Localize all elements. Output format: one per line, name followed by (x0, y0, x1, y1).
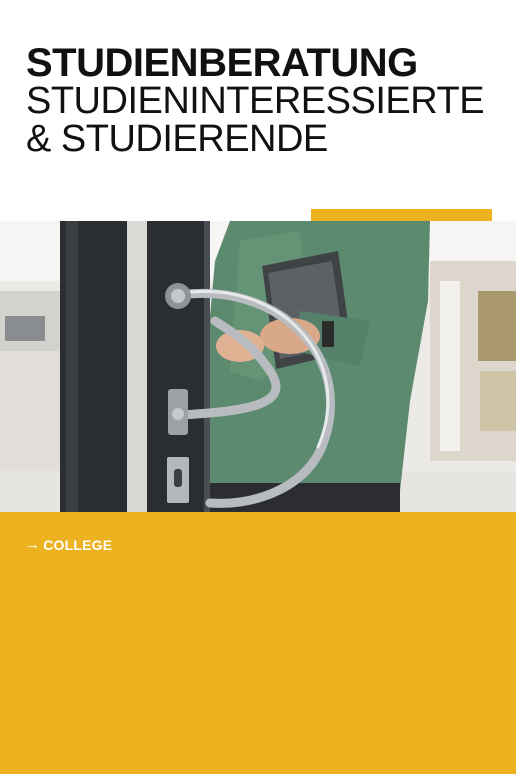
page-subtitle-line-1: STUDIENINTERESSIERTE (26, 80, 485, 122)
page-title: STUDIENBERATUNG (26, 41, 418, 85)
page-subtitle-line-2: & STUDIERENDE (26, 118, 328, 160)
accent-bar (311, 209, 492, 221)
page-header: STUDIENBERATUNG STUDIENINTERESSIERTE & S… (26, 41, 496, 160)
college-link[interactable]: → COLLEGE (25, 536, 112, 553)
arrow-right-icon: → (25, 536, 41, 553)
college-link-label: COLLEGE (43, 536, 113, 553)
door-handle-photo (0, 221, 516, 512)
